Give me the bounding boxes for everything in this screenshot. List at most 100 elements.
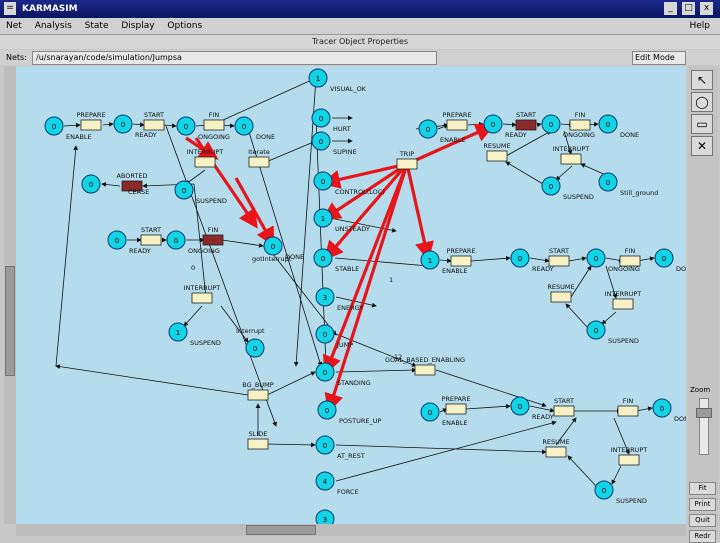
arc[interactable] — [101, 182, 121, 187]
arc[interactable] — [465, 403, 511, 410]
arc[interactable] — [502, 122, 517, 128]
place-label: ONGOING — [608, 265, 640, 273]
zoom-slider-knob[interactable] — [696, 408, 712, 418]
arc[interactable] — [529, 257, 550, 263]
transition[interactable] — [446, 119, 468, 131]
arc[interactable] — [529, 405, 555, 413]
arc[interactable] — [163, 123, 177, 129]
arc[interactable] — [266, 442, 316, 448]
transition-label: SLIDE — [249, 430, 268, 438]
arc[interactable] — [565, 303, 589, 329]
transition[interactable] — [414, 364, 436, 376]
transition[interactable] — [560, 153, 582, 165]
delete-icon[interactable]: ✕ — [691, 136, 713, 156]
zoom-track[interactable] — [699, 398, 709, 455]
path-field[interactable]: /u/snarayan/code/simulation/Jumpsa — [32, 51, 437, 65]
annotation-label: Interrupt — [236, 327, 265, 335]
arc[interactable] — [183, 305, 203, 327]
highlighted-arc[interactable] — [324, 163, 409, 414]
transition[interactable] — [248, 156, 270, 168]
minimize-button[interactable]: _ — [664, 2, 677, 15]
arc[interactable] — [221, 239, 264, 248]
transition[interactable] — [247, 389, 269, 401]
place-token: 0 — [518, 403, 522, 411]
arc[interactable] — [220, 305, 249, 343]
place-label: JUMP — [336, 341, 353, 349]
place-icon[interactable]: ◯ — [691, 92, 713, 112]
transition[interactable] — [140, 234, 162, 246]
transition[interactable] — [550, 291, 572, 303]
transition[interactable] — [203, 119, 225, 131]
arc[interactable] — [611, 465, 622, 485]
vertical-scrollbar[interactable] — [4, 66, 16, 524]
arc[interactable] — [265, 140, 317, 163]
place-token: 0 — [184, 123, 188, 131]
transition-label: FIN — [623, 397, 634, 405]
arc[interactable] — [55, 364, 249, 396]
place-label: DONE — [674, 415, 686, 423]
transition[interactable] — [486, 150, 508, 162]
fit-button[interactable]: Fit — [689, 482, 716, 495]
arc[interactable] — [567, 455, 597, 487]
arc[interactable] — [102, 122, 114, 127]
arc[interactable] — [266, 371, 316, 396]
mode-field[interactable]: Edit Mode — [632, 51, 686, 65]
place-token: 4 — [323, 478, 328, 486]
transition[interactable] — [247, 438, 269, 450]
maximize-button[interactable]: □ — [682, 2, 695, 15]
system-menu-button[interactable]: = — [4, 2, 16, 15]
transition[interactable] — [445, 403, 467, 415]
transition[interactable] — [618, 454, 640, 466]
close-button[interactable]: x — [700, 2, 713, 15]
transition-icon[interactable]: ▭ — [691, 114, 713, 134]
arc[interactable] — [467, 121, 484, 127]
menu-help[interactable]: Help — [689, 18, 710, 34]
transition[interactable] — [553, 405, 575, 417]
transition[interactable] — [569, 119, 591, 131]
highlighted-arc[interactable] — [234, 177, 275, 247]
horizontal-scroll-thumb[interactable] — [246, 525, 316, 535]
arc[interactable] — [570, 265, 592, 298]
pointer-icon[interactable]: ↖ — [691, 70, 713, 90]
arc[interactable] — [470, 255, 511, 262]
transition[interactable] — [194, 156, 216, 168]
transition[interactable] — [202, 234, 224, 246]
arc[interactable] — [601, 311, 617, 325]
menu-state[interactable]: State — [85, 21, 109, 31]
redraw-button[interactable]: Redr — [689, 530, 716, 543]
transition[interactable] — [191, 292, 213, 304]
arc[interactable] — [568, 256, 587, 262]
transition[interactable] — [396, 158, 418, 170]
transition[interactable] — [80, 119, 102, 131]
place-token: 0 — [182, 187, 186, 195]
print-button[interactable]: Print — [689, 498, 716, 511]
horizontal-scrollbar[interactable] — [16, 524, 686, 536]
menu-analysis[interactable]: Analysis — [35, 21, 72, 31]
arc[interactable] — [555, 165, 573, 181]
arc[interactable] — [536, 122, 542, 128]
transition[interactable] — [612, 298, 634, 310]
transition[interactable] — [515, 119, 537, 131]
arc[interactable] — [132, 122, 145, 128]
quit-button[interactable]: Quit — [689, 514, 716, 527]
arc[interactable] — [505, 161, 544, 185]
arc[interactable] — [63, 122, 81, 128]
transition[interactable] — [450, 255, 472, 267]
arc[interactable] — [635, 406, 653, 412]
arc[interactable] — [335, 444, 547, 455]
arc[interactable] — [55, 145, 79, 367]
arc[interactable] — [211, 77, 317, 126]
menu-options[interactable]: Options — [167, 21, 202, 31]
menu-net[interactable]: Net — [6, 21, 22, 31]
transition[interactable] — [143, 119, 165, 131]
transition[interactable] — [545, 446, 567, 458]
transition-label: RESUME — [483, 142, 510, 150]
arc[interactable] — [335, 367, 417, 373]
transition-label: START — [549, 247, 569, 255]
vertical-scroll-thumb[interactable] — [5, 266, 15, 376]
transition[interactable] — [617, 405, 639, 417]
menu-display[interactable]: Display — [121, 21, 154, 31]
highlighted-arc[interactable] — [405, 163, 434, 262]
petri-net-canvas[interactable]: PREPARE START FIN INTERRUPT Iterate TRIP PREPA… — [16, 66, 686, 524]
arc[interactable] — [439, 258, 452, 264]
